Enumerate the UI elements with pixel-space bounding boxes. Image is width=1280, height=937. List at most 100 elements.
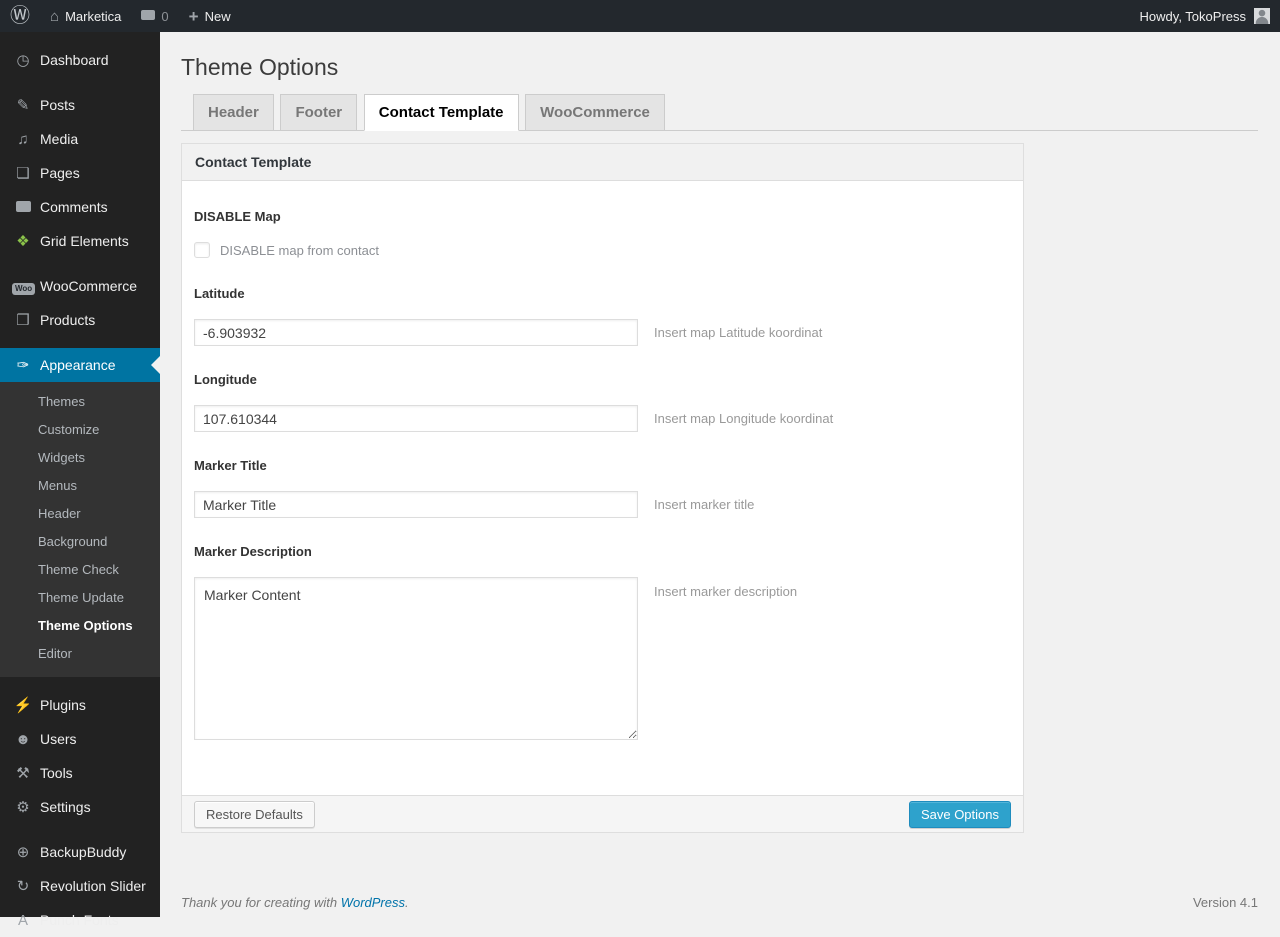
comments-count: 0 — [161, 8, 169, 24]
comments-icon — [12, 199, 34, 216]
sidebar-label: Tools — [40, 765, 73, 781]
font-icon: A — [17, 911, 28, 929]
latitude-field: Latitude Insert map Latitude koordinat — [194, 286, 1011, 346]
submenu-item-theme-check[interactable]: Theme Check — [0, 556, 160, 584]
wrench-icon: ⚒ — [16, 765, 30, 782]
sidebar-label: Products — [40, 312, 96, 328]
submenu-item-themes[interactable]: Themes — [0, 388, 160, 416]
admin-bar-left: Ⓦ ⌂ Marketica 0 + New — [0, 0, 241, 32]
sidebar-label: Dashboard — [40, 52, 109, 68]
admin-menu: ◷ Dashboard ✎ Posts ♫ Media ❏ Pages Comm… — [0, 32, 160, 929]
tab-contact-template[interactable]: Contact Template — [363, 94, 519, 131]
disable-map-checkbox[interactable] — [194, 242, 210, 258]
marker-description-label: Marker Description — [194, 544, 312, 559]
longitude-label: Longitude — [194, 372, 257, 387]
submenu-item-theme-update[interactable]: Theme Update — [0, 584, 160, 612]
sidebar-label: Grid Elements — [40, 233, 129, 249]
longitude-input[interactable] — [194, 405, 638, 432]
sidebar-item-tools[interactable]: ⚒ Tools — [0, 756, 160, 790]
tab-footer[interactable]: Footer — [280, 94, 358, 131]
sidebar-item-dashboard[interactable]: ◷ Dashboard — [0, 43, 160, 77]
backup-icon: ⊕ — [16, 844, 30, 861]
sidebar-label: Posts — [40, 97, 76, 113]
sidebar-item-appearance[interactable]: ✑ Appearance — [0, 348, 160, 382]
footer-thanks-suffix: . — [405, 895, 409, 910]
sidebar-item-comments[interactable]: Comments — [0, 190, 160, 224]
media-icon: ♫ — [17, 130, 29, 148]
sidebar-label: Comments — [40, 199, 108, 215]
marker-title-hint: Insert marker title — [654, 497, 755, 512]
marker-description-hint: Insert marker description — [654, 584, 798, 599]
comment-bubble-icon — [15, 200, 31, 212]
wordpress-logo-icon: Ⓦ — [10, 5, 30, 27]
sidebar-item-punch-fonts[interactable]: A Punch Fonts — [0, 903, 160, 937]
sidebar-item-grid-elements[interactable]: ❖ Grid Elements — [0, 224, 160, 258]
sidebar-item-plugins[interactable]: ⚡ Plugins — [0, 688, 160, 722]
latitude-label: Latitude — [194, 286, 245, 301]
footer-version: Version 4.1 — [1192, 895, 1258, 910]
marker-title-row: Insert marker title — [194, 491, 1011, 518]
latitude-input[interactable] — [194, 319, 638, 346]
panel-title: Contact Template — [182, 144, 1023, 181]
save-options-button[interactable]: Save Options — [908, 800, 1011, 828]
marker-description-textarea[interactable]: Marker Content — [194, 577, 638, 740]
tab-woocommerce[interactable]: WooCommerce — [525, 94, 665, 131]
disable-map-label: DISABLE Map — [194, 209, 281, 224]
contact-template-panel: Contact Template DISABLE Map DISABLE map… — [181, 143, 1024, 833]
new-label: New — [204, 8, 231, 24]
admin-bar-comments[interactable]: 0 — [131, 0, 178, 32]
sidebar-item-woocommerce[interactable]: Woo WooCommerce — [0, 269, 160, 303]
wordpress-link[interactable]: WordPress — [341, 895, 405, 910]
cart-icon: ❒ — [16, 312, 30, 329]
disable-map-checkbox-label[interactable]: DISABLE map from contact — [220, 243, 379, 258]
marker-title-label: Marker Title — [194, 458, 267, 473]
page-title: Theme Options — [181, 54, 339, 80]
submenu-item-menus[interactable]: Menus — [0, 472, 160, 500]
admin-bar-account[interactable]: Howdy, TokoPress — [1130, 0, 1280, 32]
submenu-item-header[interactable]: Header — [0, 500, 160, 528]
longitude-row: Insert map Longitude koordinat — [194, 405, 1011, 432]
longitude-field: Longitude Insert map Longitude koordinat — [194, 372, 1011, 432]
wp-logo-button[interactable]: Ⓦ — [0, 0, 40, 32]
home-icon: ⌂ — [50, 7, 60, 25]
submenu-item-editor[interactable]: Editor — [0, 640, 160, 668]
submenu-item-background[interactable]: Background — [0, 528, 160, 556]
longitude-hint: Insert map Longitude koordinat — [654, 411, 834, 426]
submenu-item-customize[interactable]: Customize — [0, 416, 160, 444]
sidebar-item-media[interactable]: ♫ Media — [0, 122, 160, 156]
marker-description-row: Marker Content Insert marker description — [194, 577, 1011, 740]
sidebar-item-pages[interactable]: ❏ Pages — [0, 156, 160, 190]
sidebar-item-posts[interactable]: ✎ Posts — [0, 88, 160, 122]
menu-separator — [0, 77, 160, 88]
grid-elements-icon: ❖ — [16, 233, 30, 250]
tab-header[interactable]: Header — [193, 94, 274, 131]
panel-footer: Restore Defaults Save Options — [182, 795, 1023, 832]
footer-thanks-text: Thank you for creating with — [181, 895, 341, 910]
admin-bar-site-name[interactable]: ⌂ Marketica — [40, 0, 131, 32]
menu-separator — [0, 824, 160, 835]
woo-badge: Woo — [12, 282, 36, 295]
admin-bar-new[interactable]: + New — [179, 0, 241, 32]
appearance-submenu: Themes Customize Widgets Menus Header Ba… — [0, 382, 160, 677]
sidebar-label: Users — [40, 731, 77, 747]
site-name-label: Marketica — [65, 8, 122, 24]
sidebar-label: Plugins — [40, 697, 86, 713]
submenu-item-theme-options[interactable]: Theme Options — [0, 612, 160, 640]
restore-defaults-button[interactable]: Restore Defaults — [194, 800, 315, 828]
marker-title-field: Marker Title Insert marker title — [194, 458, 1011, 518]
sidebar-item-settings[interactable]: ⚙ Settings — [0, 790, 160, 824]
settings-icon: ⚙ — [16, 799, 30, 816]
sidebar-item-users[interactable]: ☻ Users — [0, 722, 160, 756]
sidebar-item-backupbuddy[interactable]: ⊕ BackupBuddy — [0, 835, 160, 869]
marker-description-field: Marker Description Marker Content Insert… — [194, 544, 1011, 740]
brush-icon: ✑ — [16, 357, 30, 374]
sidebar-item-products[interactable]: ❒ Products — [0, 303, 160, 337]
tabs: Header Footer Contact Template WooCommer… — [181, 94, 1258, 131]
plus-icon: + — [188, 6, 199, 26]
sidebar-label: Settings — [40, 799, 91, 815]
submenu-item-widgets[interactable]: Widgets — [0, 444, 160, 472]
marker-title-input[interactable] — [194, 491, 638, 518]
admin-bar-right: Howdy, TokoPress — [1130, 0, 1280, 32]
dashboard-icon: ◷ — [16, 52, 30, 69]
sidebar-item-revolution-slider[interactable]: ↻ Revolution Slider — [0, 869, 160, 903]
